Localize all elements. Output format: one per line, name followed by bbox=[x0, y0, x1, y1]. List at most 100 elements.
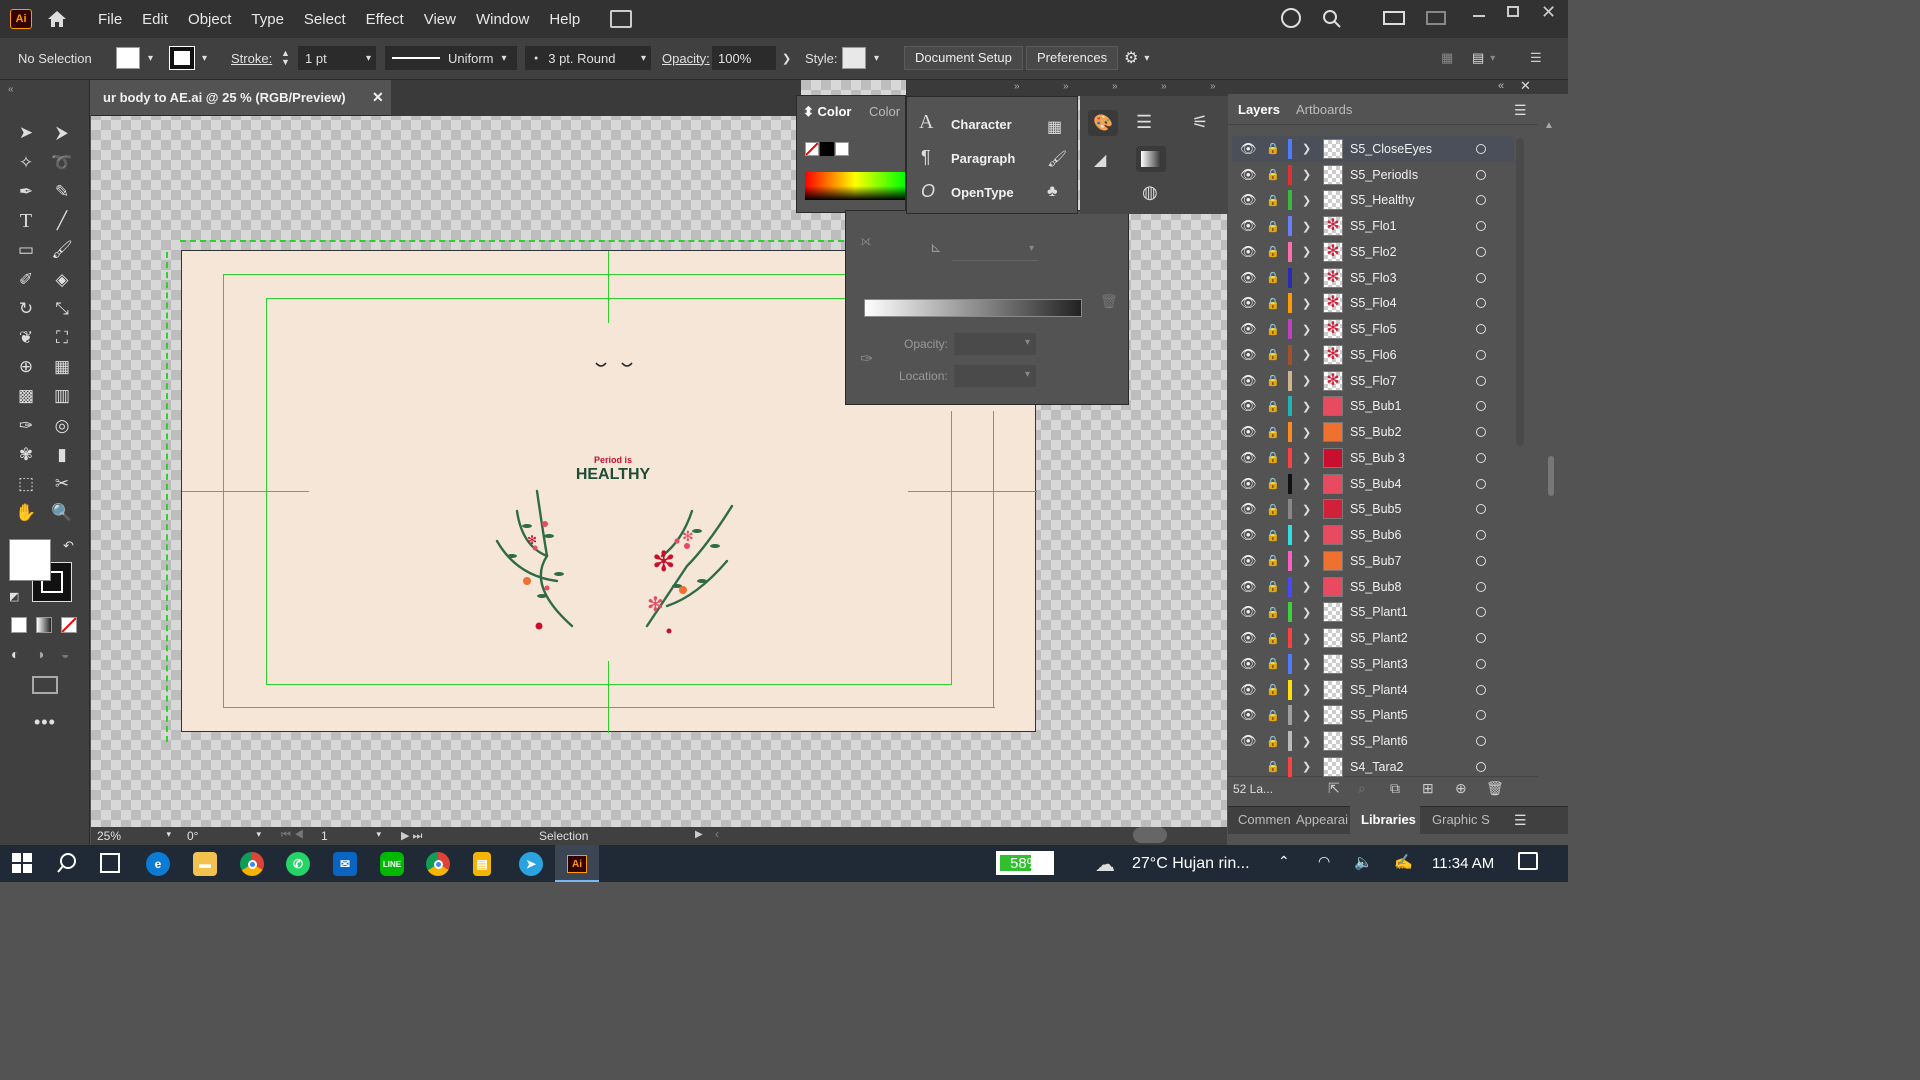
brush-definition[interactable]: ● 3 pt. Round ▾ bbox=[525, 46, 651, 70]
lock-icon[interactable]: 🔒 bbox=[1266, 529, 1280, 542]
edge-icon[interactable]: e bbox=[146, 852, 170, 876]
visibility-eye-icon[interactable]: 👁 bbox=[1240, 347, 1257, 363]
visibility-eye-icon[interactable]: 👁 bbox=[1240, 501, 1257, 517]
expand-layer-icon[interactable]: ❯ bbox=[1302, 194, 1311, 207]
lock-icon[interactable]: 🔒 bbox=[1266, 220, 1280, 233]
warp-tool-icon[interactable]: ❦ bbox=[12, 325, 40, 351]
visibility-eye-icon[interactable]: 👁 bbox=[1240, 218, 1257, 234]
arrange-icon[interactable]: ⚙ ▾ bbox=[1124, 46, 1149, 70]
lock-icon[interactable]: 🔒 bbox=[1266, 142, 1280, 155]
properties-panel-icon[interactable]: ⚟ bbox=[1192, 112, 1208, 133]
comments-tab[interactable]: Commen bbox=[1238, 812, 1291, 827]
style-swatch[interactable]: ▾ bbox=[842, 46, 879, 70]
layer-row[interactable]: 👁 🔒 ❯ S5_Plant2 bbox=[1232, 625, 1514, 651]
distribute-icon[interactable]: ▤ ▾ bbox=[1472, 46, 1495, 70]
layer-row[interactable]: 👁 🔒 ❯ ✻ S5_Flo5 bbox=[1232, 316, 1514, 342]
target-circle-icon[interactable] bbox=[1476, 658, 1486, 669]
layer-row[interactable]: 👁 🔒 ❯ S5_Bub8 bbox=[1232, 574, 1514, 600]
expand-layer-icon[interactable]: ❯ bbox=[1302, 529, 1311, 542]
none-swatch[interactable] bbox=[805, 142, 819, 156]
task-view-icon[interactable] bbox=[100, 853, 120, 873]
chrome-icon[interactable] bbox=[240, 852, 264, 876]
layer-row[interactable]: 👁 🔒 ❯ ✻ S5_Flo2 bbox=[1232, 239, 1514, 265]
draw-behind-icon[interactable]: ◑ bbox=[36, 646, 44, 662]
mesh-tool-icon[interactable]: ▩ bbox=[12, 383, 40, 409]
workspace-icon[interactable] bbox=[1383, 11, 1405, 25]
expand-layer-icon[interactable]: ❯ bbox=[1302, 580, 1311, 593]
artboard-tool-icon[interactable]: ⬚ bbox=[12, 471, 40, 497]
target-circle-icon[interactable] bbox=[1476, 272, 1486, 283]
target-circle-icon[interactable] bbox=[1476, 375, 1486, 386]
opacity-label[interactable]: Opacity: bbox=[662, 46, 710, 70]
taskbar-search-icon[interactable] bbox=[56, 852, 78, 877]
edit-toolbar-icon[interactable]: ••• bbox=[34, 712, 56, 733]
zoom-field[interactable]: 25% ▾ bbox=[97, 829, 175, 845]
target-circle-icon[interactable] bbox=[1476, 736, 1486, 747]
brushes-panel-icon[interactable]: 🖌 bbox=[1047, 149, 1067, 169]
expand-layer-icon[interactable]: ❯ bbox=[1302, 735, 1311, 748]
appearance-tab[interactable]: Appearai bbox=[1296, 812, 1348, 827]
telegram-icon[interactable]: ➤ bbox=[519, 852, 543, 876]
file-explorer-icon[interactable]: ▬ bbox=[193, 852, 217, 876]
layers-tab[interactable]: Layers bbox=[1238, 102, 1280, 117]
panel-toggle-icon[interactable] bbox=[1426, 11, 1446, 25]
menu-object[interactable]: Object bbox=[178, 11, 241, 28]
delete-stop-icon[interactable]: 🗑 bbox=[1100, 293, 1118, 310]
paintbrush-tool-icon[interactable]: 🖌 bbox=[48, 237, 76, 263]
swap-fill-stroke-icon[interactable]: ↶ bbox=[63, 538, 74, 554]
visibility-eye-icon[interactable]: 👁 bbox=[1240, 682, 1257, 698]
target-circle-icon[interactable] bbox=[1476, 581, 1486, 592]
first-artboard-icon[interactable]: ⏮ ◀ bbox=[281, 829, 304, 842]
layer-row[interactable]: 👁 🔒 ❯ S5_Bub5 bbox=[1232, 497, 1514, 523]
layers-menu-icon[interactable]: ☰ bbox=[1514, 102, 1527, 119]
expand-layer-icon[interactable]: ❯ bbox=[1302, 477, 1311, 490]
visibility-eye-icon[interactable]: 👁 bbox=[1240, 321, 1257, 337]
lock-icon[interactable]: 🔒 bbox=[1266, 580, 1280, 593]
document-tab[interactable]: ur body to AE.ai @ 25 % (RGB/Preview) ✕ bbox=[91, 80, 391, 116]
symbols-panel-icon[interactable]: ♣ bbox=[1047, 183, 1058, 201]
gradient-tool-icon[interactable]: ▥ bbox=[48, 383, 76, 409]
pen-workspace-icon[interactable]: ✍ bbox=[1394, 853, 1413, 871]
expand-layer-icon[interactable]: ❯ bbox=[1302, 606, 1311, 619]
layer-row[interactable]: 🔒 ❯ S4_Tara2 bbox=[1232, 754, 1514, 780]
restore-icon[interactable] bbox=[1507, 6, 1519, 17]
stroke-label[interactable]: Stroke: bbox=[231, 46, 272, 70]
delete-layer-icon[interactable]: 🗑 bbox=[1486, 780, 1504, 797]
character-panel-item[interactable]: Character bbox=[951, 117, 1012, 132]
target-circle-icon[interactable] bbox=[1476, 401, 1486, 412]
expand-layer-icon[interactable]: ❯ bbox=[1302, 323, 1311, 336]
lock-icon[interactable]: 🔒 bbox=[1266, 271, 1280, 284]
zoom-tool-icon[interactable]: 🔍 bbox=[48, 500, 76, 526]
gradient-angle-icon[interactable]: ⊾ bbox=[930, 239, 942, 256]
visibility-eye-icon[interactable]: 👁 bbox=[1240, 424, 1257, 440]
visibility-eye-icon[interactable]: 👁 bbox=[1240, 295, 1257, 311]
black-swatch[interactable] bbox=[820, 142, 834, 156]
eraser-tool-icon[interactable]: ◈ bbox=[48, 267, 76, 293]
lock-icon[interactable]: 🔒 bbox=[1266, 735, 1280, 748]
menu-window[interactable]: Window bbox=[466, 11, 539, 28]
lock-icon[interactable]: 🔒 bbox=[1266, 323, 1280, 336]
target-circle-icon[interactable] bbox=[1476, 607, 1486, 618]
color-spectrum[interactable] bbox=[805, 172, 905, 200]
windows-start-icon[interactable] bbox=[12, 853, 32, 876]
screen-mode-icon[interactable] bbox=[32, 676, 58, 694]
expand-layer-icon[interactable]: ❯ bbox=[1302, 451, 1311, 464]
hand-tool-icon[interactable]: ✋ bbox=[12, 500, 40, 526]
locate-object-icon[interactable]: ⌕ bbox=[1358, 780, 1366, 797]
minimize-icon[interactable] bbox=[1473, 15, 1485, 17]
paragraph-panel-item[interactable]: Paragraph bbox=[951, 151, 1015, 166]
layer-row[interactable]: 👁 🔒 ❯ ✻ S5_Flo7 bbox=[1232, 368, 1514, 394]
horizontal-scrollbar-thumb[interactable] bbox=[1133, 827, 1167, 843]
gradient-slider[interactable] bbox=[864, 299, 1082, 317]
layer-row[interactable]: 👁 🔒 ❯ S5_Healthy bbox=[1232, 188, 1514, 214]
menu-select[interactable]: Select bbox=[294, 11, 356, 28]
stroke-stepper[interactable]: ▲ ▼ bbox=[281, 46, 290, 70]
variable-width-profile[interactable]: Uniform ▾ bbox=[385, 46, 517, 70]
visibility-eye-icon[interactable]: 👁 bbox=[1240, 450, 1257, 466]
expand-layer-icon[interactable]: ❯ bbox=[1302, 709, 1311, 722]
gradient-location-field[interactable]: ▾ bbox=[954, 365, 1036, 387]
expand-layer-icon[interactable]: ❯ bbox=[1302, 297, 1311, 310]
close-window-icon[interactable]: ✕ bbox=[1541, 2, 1556, 23]
layer-row[interactable]: 👁 🔒 ❯ ✻ S5_Flo3 bbox=[1232, 265, 1514, 291]
graphic-styles-tab[interactable]: Graphic S bbox=[1432, 812, 1490, 827]
